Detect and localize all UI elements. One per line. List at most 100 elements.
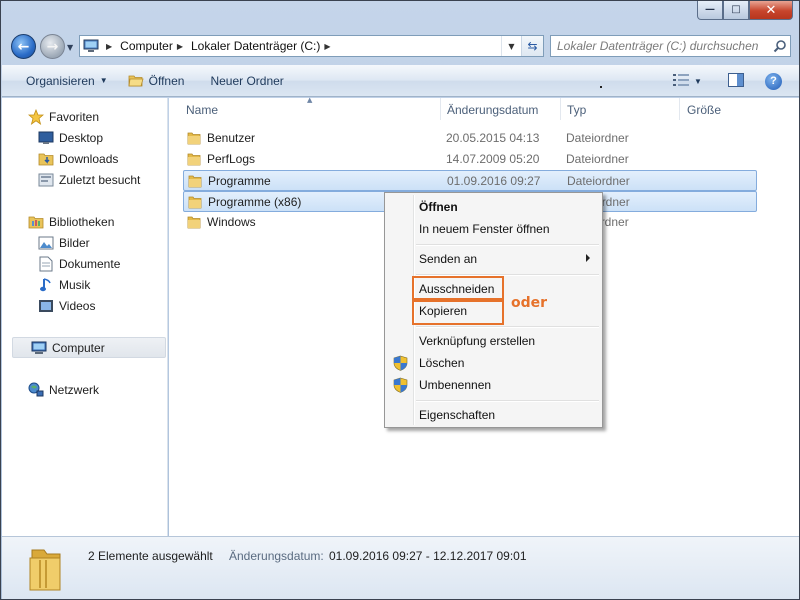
chevron-right-icon[interactable]: ▶ [324,42,330,51]
downloads-icon [38,151,54,167]
help-button[interactable]: ? [759,69,788,93]
menu-item-open[interactable]: Öffnen [387,196,600,218]
folder-icon [188,174,202,188]
search-icon[interactable] [770,36,790,56]
nav-network[interactable]: Netzwerk [2,379,99,400]
column-header-type[interactable]: Typ [567,101,586,119]
new-folder-button[interactable]: Neuer Ordner [204,69,289,93]
address-bar[interactable]: ▶ Computer ▶ Lokaler Datenträger (C:) ▶ … [79,35,544,57]
organize-button[interactable]: Organisieren ▼ [20,69,114,93]
annotation-or-label: oder [511,295,548,311]
star-icon [28,108,44,125]
nav-videos-label: Videos [59,298,96,313]
search-box [550,35,791,57]
close-button[interactable]: ✕ [749,1,793,20]
refresh-icon: ⇆ [527,39,538,53]
column-header-size[interactable]: Größe [687,101,721,119]
nav-recent-places[interactable]: Zuletzt besucht [2,169,140,190]
nav-documents[interactable]: Dokumente [2,253,120,274]
caption-buttons: — □ ✕ [697,1,793,21]
videos-icon [38,298,54,314]
change-view-button[interactable]: ▼ [667,69,708,93]
table-row[interactable]: PerfLogs 14.07.2009 05:20 Dateiordner [183,149,757,170]
nav-favorites[interactable]: Favoriten [2,106,99,127]
computer-icon [80,36,102,56]
preview-pane-button[interactable] [722,69,750,93]
nav-computer[interactable]: Computer [12,337,166,358]
organize-label: Organisieren [26,73,95,88]
menu-separator [416,326,599,328]
history-dropdown[interactable]: ▼ [67,43,73,52]
folder-stack-icon [26,544,66,592]
nav-libraries-label: Bibliotheken [49,214,115,229]
dot-mark [600,86,602,88]
menu-item-send-to[interactable]: Senden an [387,248,600,270]
menu-separator [416,400,599,402]
folder-icon [187,152,201,166]
new-folder-label: Neuer Ordner [210,73,284,88]
column-separator[interactable] [679,98,680,120]
maximize-button[interactable]: □ [723,1,749,20]
column-separator[interactable] [440,98,441,120]
table-row-selected[interactable]: Programme 01.09.2016 09:27 Dateiordner [183,170,757,191]
folder-icon [187,131,201,145]
folder-icon [187,215,201,229]
nav-network-label: Netzwerk [49,382,100,397]
recent-places-icon [38,172,54,188]
menu-item-send-to-label: Senden an [419,252,478,266]
file-name: Programme (x86) [208,195,302,209]
table-row[interactable]: Benutzer 20.05.2015 04:13 Dateiordner [183,128,757,149]
back-button[interactable]: ← [11,34,36,59]
address-dropdown[interactable]: ▼ [501,36,521,56]
chevron-right-icon[interactable]: ▶ [106,42,112,51]
maximize-icon: □ [731,4,741,15]
menu-item-delete[interactable]: Löschen [387,352,600,374]
menu-item-properties[interactable]: Eigenschaften [387,404,600,426]
highlight-cut [412,276,504,300]
folder-icon [188,195,202,209]
column-header-name[interactable]: Name [186,101,218,119]
menu-item-open-new-window[interactable]: In neuem Fenster öffnen [387,218,600,240]
menu-item-rename[interactable]: Umbenennen [387,374,600,396]
network-icon [28,382,44,398]
file-name: Benutzer [207,131,256,145]
nav-videos[interactable]: Videos [2,295,95,316]
arrow-left-icon: ← [17,38,30,55]
nav-recent-places-label: Zuletzt besucht [59,172,141,187]
nav-music[interactable]: Musik [2,274,90,295]
breadcrumb-drive-c[interactable]: Lokaler Datenträger (C:) [191,39,320,53]
forward-button[interactable]: → [40,34,65,59]
file-type: Dateiordner [566,152,629,166]
file-name: Programme [208,174,271,188]
nav-pictures[interactable]: Bilder [2,232,90,253]
search-input[interactable] [551,39,770,53]
navigation-pane: Favoriten Desktop Downloads Zuletzt besu… [2,98,168,536]
minimize-button[interactable]: — [697,1,723,20]
column-header-date[interactable]: Änderungsdatum [447,101,538,119]
music-icon [38,277,54,293]
command-bar: Organisieren ▼ Öffnen Neuer Ordner ▼ ? [2,65,799,97]
nav-pictures-label: Bilder [59,235,90,250]
chevron-down-icon: ▼ [99,76,108,85]
nav-desktop[interactable]: Desktop [2,127,103,148]
sort-up-icon: ▲ [307,96,313,104]
breadcrumb-computer[interactable]: Computer [120,39,173,53]
chevron-right-icon[interactable]: ▶ [177,42,183,51]
nav-downloads-label: Downloads [59,151,119,166]
nav-computer-label: Computer [52,340,105,355]
close-icon: ✕ [765,2,777,18]
menu-item-delete-label: Löschen [419,356,465,370]
nav-downloads[interactable]: Downloads [2,148,118,169]
refresh-button[interactable]: ⇆ [521,36,543,56]
menu-item-rename-label: Umbenennen [419,378,492,392]
submenu-arrow-icon [586,254,590,262]
menu-item-create-shortcut[interactable]: Verknüpfung erstellen [387,330,600,352]
preview-pane-icon [728,72,744,90]
status-date-label: Änderungsdatum: [229,549,324,563]
open-button[interactable]: Öffnen [122,69,191,93]
explorer-window: — □ ✕ ← → ▼ ▶ Computer ▶ Lokaler Datentr… [0,0,800,600]
column-separator[interactable] [560,98,561,120]
computer-icon [31,340,47,356]
file-name: Windows [207,215,256,229]
nav-libraries[interactable]: Bibliotheken [2,211,114,232]
